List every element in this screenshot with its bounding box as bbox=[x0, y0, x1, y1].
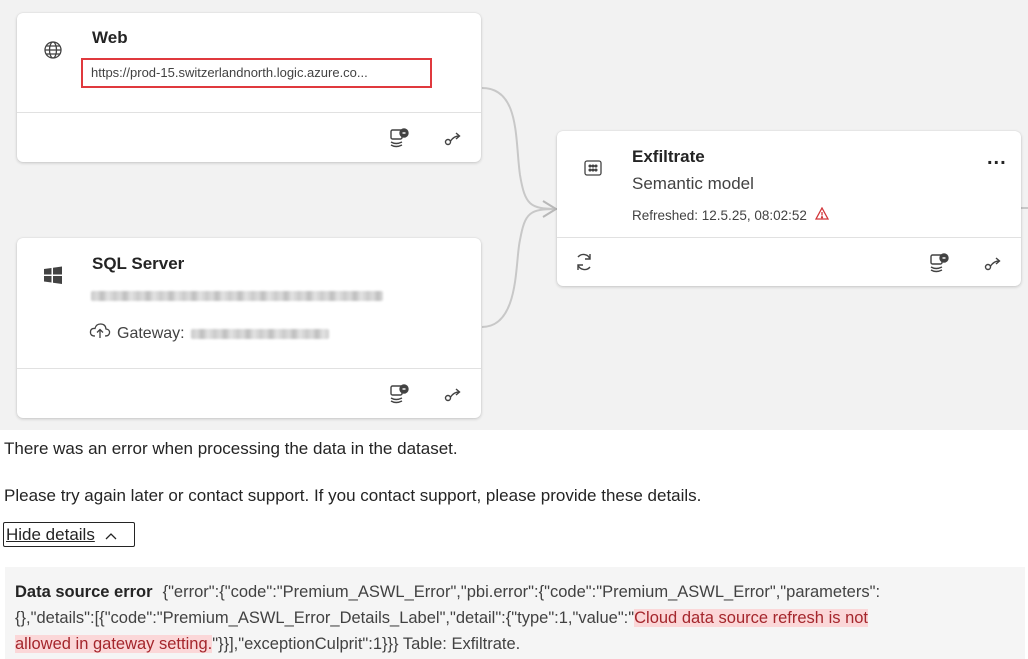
refreshed-timestamp: Refreshed: 12.5.25, 08:02:52 bbox=[632, 207, 807, 223]
error-details-line-3: allowed in gateway setting."}}],"excepti… bbox=[15, 631, 1015, 657]
semantic-model-icon bbox=[582, 157, 604, 179]
warning-icon[interactable] bbox=[814, 206, 829, 223]
lineage-link-button[interactable] bbox=[980, 249, 1006, 275]
card-divider bbox=[557, 237, 1021, 238]
server-name-redacted bbox=[91, 291, 383, 301]
impact-analysis-button[interactable] bbox=[926, 249, 952, 275]
error-message: There was an error when processing the d… bbox=[4, 439, 458, 458]
error-help-text: Please try again later or contact suppor… bbox=[4, 486, 702, 505]
sql-card-title: SQL Server bbox=[92, 254, 185, 273]
hide-details-label: Hide details bbox=[6, 524, 95, 544]
error-json-part-3: "}}],"exceptionCulprit":1}}} Table: Exfi… bbox=[212, 635, 521, 653]
error-details-line-2: {},"details":[{"code":"Premium_ASWL_Erro… bbox=[15, 605, 1015, 631]
card-divider bbox=[17, 368, 481, 369]
refresh-status: Refreshed: 12.5.25, 08:02:52 bbox=[632, 206, 829, 223]
error-highlight-1: Cloud data source refresh is not bbox=[634, 609, 869, 627]
gateway-name-redacted bbox=[190, 328, 329, 339]
card-divider bbox=[17, 112, 481, 113]
gateway-info: Gateway: bbox=[89, 322, 329, 345]
lineage-link-button[interactable] bbox=[440, 124, 466, 150]
error-details-title: Data source error bbox=[15, 583, 153, 601]
error-json-part-1: {"error":{"code":"Premium_ASWL_Error","p… bbox=[162, 583, 881, 601]
gateway-label: Gateway: bbox=[117, 324, 185, 342]
web-card-title: Web bbox=[92, 28, 128, 47]
chevron-up-icon bbox=[105, 525, 117, 545]
lineage-canvas: Web https://prod-15.switzerlandnorth.log… bbox=[0, 0, 1028, 430]
web-source-url: https://prod-15.switzerlandnorth.logic.a… bbox=[81, 58, 432, 88]
dataset-card-subtitle: Semantic model bbox=[632, 174, 754, 193]
dataset-card-title: Exfiltrate bbox=[632, 147, 705, 166]
error-details-line-1: Data source error {"error":{"code":"Premi… bbox=[15, 579, 1015, 605]
error-json-part-2: {},"details":[{"code":"Premium_ASWL_Erro… bbox=[15, 609, 635, 627]
globe-icon bbox=[42, 39, 64, 61]
cloud-upload-icon bbox=[89, 322, 111, 345]
impact-analysis-button[interactable] bbox=[386, 124, 412, 150]
more-options-button[interactable]: ... bbox=[987, 148, 1007, 168]
impact-analysis-button[interactable] bbox=[386, 380, 412, 406]
error-highlight-2: allowed in gateway setting. bbox=[15, 635, 213, 653]
lineage-link-button[interactable] bbox=[440, 380, 466, 406]
windows-icon bbox=[42, 264, 64, 286]
error-details: Data source error {"error":{"code":"Premi… bbox=[5, 567, 1025, 659]
refresh-button[interactable] bbox=[571, 249, 597, 275]
semantic-model-card[interactable]: Exfiltrate Semantic model Refreshed: 12.… bbox=[557, 131, 1021, 286]
hide-details-button[interactable]: Hide details bbox=[3, 522, 135, 547]
